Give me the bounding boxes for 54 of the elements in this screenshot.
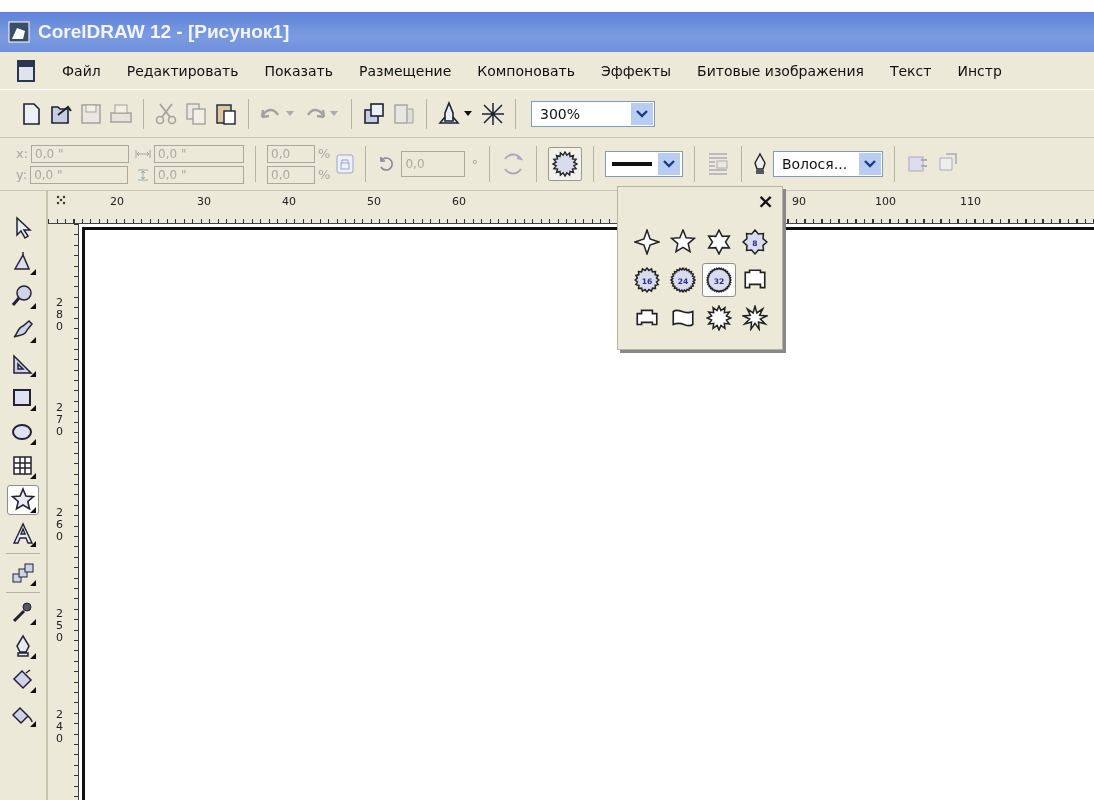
zoom-level-dropdown[interactable]: 300% — [531, 100, 655, 127]
launch-icon[interactable] — [436, 100, 462, 127]
ruler-label: 50 — [367, 195, 381, 208]
star-tool-icon[interactable] — [7, 485, 39, 515]
chevron-down-icon — [662, 160, 675, 168]
starburst-icon — [551, 151, 578, 177]
menu-item[interactable]: Компоновать — [477, 62, 576, 79]
ruler-label: 260 — [56, 507, 64, 544]
menu-item[interactable]: Файл — [62, 62, 101, 79]
y-label: y: — [16, 167, 28, 182]
ruler-label: 110 — [960, 195, 981, 208]
width-icon — [135, 147, 152, 160]
menu-item[interactable]: Битовые изображения — [697, 62, 864, 79]
star-icon — [706, 229, 732, 255]
ruler-label: 250 — [56, 608, 64, 645]
rotate-icon — [377, 155, 396, 173]
close-button[interactable]: × — [757, 189, 774, 213]
star-shape-button[interactable] — [547, 147, 582, 181]
ruler-label: 60 — [452, 195, 466, 208]
menu-item[interactable]: Текст — [889, 62, 932, 79]
x-label: x: — [16, 146, 29, 161]
menu-item[interactable]: Эффекты — [601, 62, 672, 79]
ruler-label: 30 — [197, 195, 211, 208]
document-icon[interactable] — [16, 58, 36, 83]
ruler-label: 240 — [56, 709, 64, 746]
star-icon — [742, 305, 768, 331]
pen-nib-icon — [752, 152, 767, 176]
menu-item[interactable]: Размещение — [358, 62, 452, 79]
menu-item[interactable]: Редактировать — [126, 62, 239, 79]
ruler-label: 90 — [792, 195, 806, 208]
outline-width-dropdown[interactable]: Волося... — [772, 151, 883, 177]
ruler-label: 280 — [56, 297, 64, 334]
ruler-label: 20 — [110, 195, 124, 208]
star-icon — [670, 229, 696, 255]
percent-label: % — [318, 167, 331, 182]
import-icon[interactable] — [361, 100, 387, 127]
chevron-down-icon — [636, 109, 648, 118]
app-icon — [8, 21, 30, 43]
window-title: CorelDRAW 12 - [Рисунок1] — [38, 21, 290, 43]
sparkle-icon[interactable] — [480, 100, 506, 127]
ruler-label: 270 — [56, 402, 64, 439]
ruler-label: 40 — [282, 195, 296, 208]
line-style-icon — [611, 161, 652, 167]
menu-item[interactable]: Показать — [264, 62, 333, 79]
star-icon — [706, 305, 732, 331]
ruler-origin-icon[interactable] — [56, 195, 66, 205]
degree-label: ° — [471, 156, 478, 172]
line-style-dropdown[interactable] — [604, 151, 683, 177]
star-icon — [634, 229, 660, 255]
menu-item[interactable]: Инстр — [957, 62, 1002, 79]
chevron-down-icon — [863, 160, 876, 168]
caret-icon[interactable] — [464, 111, 472, 116]
percent-label: % — [318, 146, 331, 161]
ruler-label: 100 — [875, 195, 896, 208]
